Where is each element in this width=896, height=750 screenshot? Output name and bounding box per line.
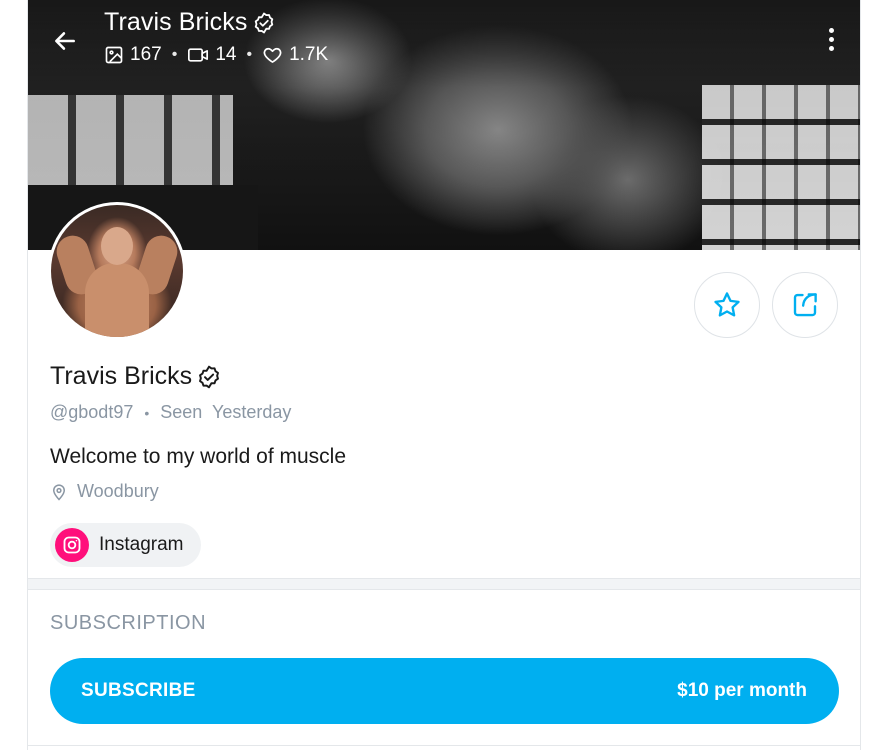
subscription-price: $10 per month [677,680,807,701]
arrow-left-icon [55,32,75,50]
location-text: Woodbury [77,481,159,501]
verified-badge-icon [199,365,220,388]
section-divider [28,578,860,590]
heart-icon [263,47,282,63]
more-options-button[interactable] [820,24,842,54]
share-button[interactable] [772,272,838,338]
video-icon [188,48,209,62]
instagram-link[interactable]: Instagram [50,523,202,567]
verified-badge-icon [255,12,274,33]
star-icon [714,292,740,317]
header-title: Travis Bricks [104,8,276,37]
favorite-button[interactable] [694,272,760,338]
videos-count: 14 [215,44,237,65]
profile-display-name: Travis Bricks [50,362,193,390]
instagram-icon [55,528,89,562]
back-button[interactable] [44,20,86,62]
profile-bio: Welcome to my world of muscle [50,445,347,468]
profile-name: Travis Bricks [50,362,222,391]
subscribe-label: SUBSCRIBE [81,680,196,701]
avatar-image [51,205,183,337]
header-name: Travis Bricks [104,8,248,36]
handle-separator: • [144,404,150,421]
stat-separator: • [246,46,253,63]
share-icon [793,293,817,317]
location-pin-icon [52,483,66,501]
subscription-section-title: SUBSCRIPTION [50,612,207,634]
username-handle: @gbodt97 [50,402,134,422]
subscribe-button[interactable]: SUBSCRIBE $10 per month [50,658,839,724]
last-seen: Seen Yesterday [160,402,292,422]
profile-page: Travis Bricks 167 • 14 • 1.7K Travis Bri… [27,0,861,750]
header-stats: 167 • 14 • 1.7K [104,44,328,66]
bottom-divider [28,745,860,746]
instagram-label: Instagram [99,534,184,555]
videos-stat[interactable]: 14 [187,44,236,66]
image-icon [105,46,123,64]
likes-count: 1.7K [289,44,329,65]
avatar[interactable] [48,202,186,340]
stat-separator: • [171,46,178,63]
profile-location: Woodbury [50,481,159,502]
likes-stat: 1.7K [262,44,328,66]
handle-line: @gbodt97 • Seen Yesterday [50,402,291,423]
more-vertical-icon [828,27,834,33]
photos-count: 167 [130,44,162,65]
photos-stat[interactable]: 167 [104,44,162,66]
